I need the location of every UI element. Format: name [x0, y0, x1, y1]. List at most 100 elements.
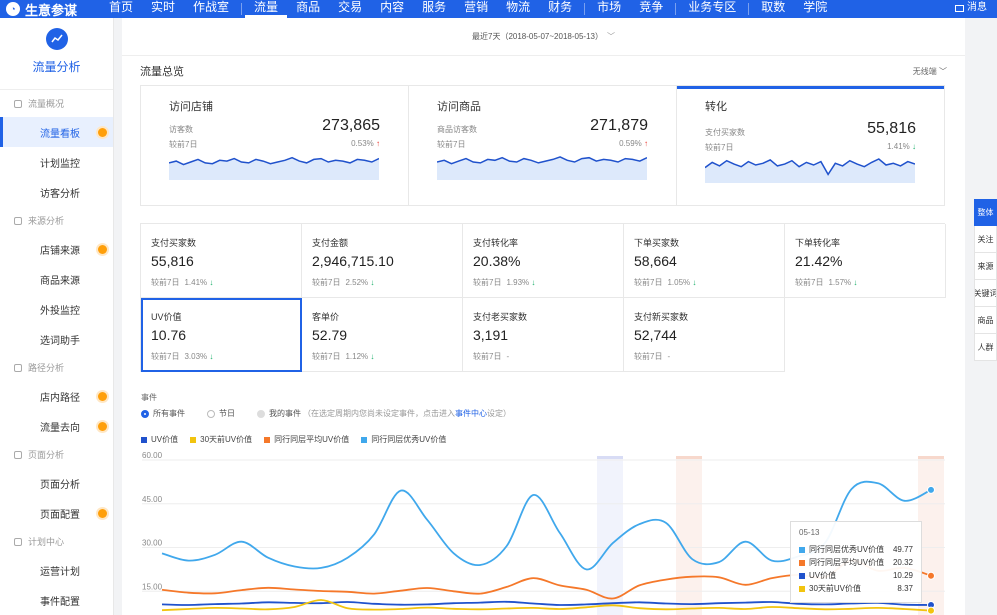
metric-cell[interactable]: UV价值 10.76 较前7日 3.03% ↓	[141, 298, 302, 372]
sidebar-item[interactable]: 页面配置	[0, 498, 113, 528]
right-tab[interactable]: 关注	[974, 226, 997, 253]
metric-name: 客单价	[312, 312, 340, 322]
metric-compare-label: 较前7日	[473, 278, 502, 287]
metric-cell[interactable]: 下单买家数 58,664 较前7日 1.05% ↓	[624, 224, 785, 298]
legend-item[interactable]: 同行同层平均UV价值	[264, 434, 349, 445]
nav-item[interactable]: 取数	[752, 0, 794, 18]
metric-value: 20.38%	[473, 253, 521, 269]
right-tab[interactable]: 关键词	[974, 280, 997, 307]
event-option[interactable]: 所有事件	[141, 408, 185, 419]
legend-item[interactable]: 30天前UV价值	[190, 434, 252, 445]
metric-percent: 1.41%	[184, 278, 208, 287]
terminal-select-label: 无线端	[912, 66, 937, 76]
right-tab[interactable]: 整体	[974, 199, 997, 226]
tooltip-swatch	[799, 585, 805, 592]
event-band-marker[interactable]	[676, 456, 702, 459]
metric-name: UV价值	[151, 312, 182, 322]
legend-swatch	[264, 436, 271, 443]
nav-item[interactable]: 财务	[539, 0, 581, 18]
right-tab[interactable]: 人群	[974, 334, 997, 361]
metric-percent: 1.93%	[506, 278, 530, 287]
overview-card[interactable]: 访问商品 商品访客数 较前7日 271,879 0.59% ↑	[409, 86, 677, 205]
sidebar-group-label: 计划中心	[28, 537, 65, 547]
overview-card[interactable]: 转化 支付买家数 较前7日 55,816 1.41% ↓	[677, 86, 944, 205]
metric-compare: 较前7日 -	[473, 351, 509, 362]
legend-item[interactable]: UV价值	[141, 434, 178, 445]
card-compare-label: 较前7日	[169, 140, 198, 149]
sidebar-item[interactable]: 页面分析	[0, 468, 113, 498]
sidebar-item[interactable]: 流量去向	[0, 411, 113, 441]
metrics-grid: 支付买家数 55,816 较前7日 1.41% ↓ 支付金额 2,946,715.10 较前…	[140, 223, 946, 372]
sidebar-item[interactable]: 流量看板	[0, 117, 113, 147]
group-icon	[14, 216, 22, 225]
sidebar-item[interactable]: 计划监控	[0, 147, 113, 177]
nav-item[interactable]: 首页	[100, 0, 142, 18]
right-tab[interactable]: 商品	[974, 307, 997, 334]
main-panel: 最近7天（2018-05-07~2018-05-13） ﹀ 流量总览 无线端 ﹀…	[122, 18, 965, 615]
event-option-label: 我的事件	[269, 409, 301, 418]
event-band-marker[interactable]	[597, 456, 623, 459]
nav-item[interactable]: 内容	[371, 0, 413, 18]
date-range-selector[interactable]: 最近7天（2018-05-07~2018-05-13） ﹀	[122, 18, 965, 56]
message-button[interactable]: 消息	[955, 0, 987, 16]
tooltip-swatch	[799, 546, 805, 553]
series-point[interactable]	[927, 571, 935, 580]
metric-name: 支付老买家数	[473, 312, 528, 322]
nav-item[interactable]: 交易	[329, 0, 371, 18]
nav-item[interactable]: 实时	[142, 0, 184, 18]
nav-item[interactable]: 作战室	[184, 0, 238, 18]
radio-icon	[207, 409, 215, 418]
nav-item[interactable]: 市场	[588, 0, 630, 18]
nav-item[interactable]: 流量	[245, 0, 288, 18]
sidebar-item[interactable]: 运营计划	[0, 555, 113, 585]
metric-cell[interactable]: 支付老买家数 3,191 较前7日 -	[463, 298, 624, 372]
metric-cell[interactable]: 支付转化率 20.38% 较前7日 1.93% ↓	[463, 224, 624, 298]
metric-cell[interactable]: 下单转化率 21.42% 较前7日 1.57% ↓	[785, 224, 946, 298]
legend-item[interactable]: 同行同层优秀UV价值	[361, 434, 446, 445]
series-point[interactable]	[927, 485, 935, 494]
sidebar-item[interactable]: 店内路径	[0, 381, 113, 411]
nav-item[interactable]: 营销	[455, 0, 497, 18]
brand[interactable]: ◔ 生意参谋	[0, 0, 100, 18]
overview-title: 流量总览	[140, 66, 184, 78]
card-percent-value: 0.59%	[619, 139, 642, 148]
event-option[interactable]: 节日	[207, 408, 235, 419]
tooltip-series-value: 49.77	[892, 545, 913, 554]
card-percent-value: 1.41%	[887, 142, 910, 151]
sidebar-title: 流量分析	[32, 60, 81, 74]
metric-percent: 1.57%	[828, 278, 852, 287]
sidebar-item[interactable]: 商品来源	[0, 264, 113, 294]
sidebar-group: 流量概况	[0, 90, 113, 117]
metric-cell[interactable]: 支付金额 2,946,715.10 较前7日 2.52% ↓	[302, 224, 463, 298]
sidebar-item[interactable]: 店铺来源	[0, 234, 113, 264]
hot-dot-icon	[98, 127, 107, 137]
event-option[interactable]: 我的事件 （在选定周期内您尚未设定事件，点击进入事件中心设定）	[257, 408, 511, 419]
nav-item[interactable]: 学院	[794, 0, 836, 18]
nav-item[interactable]: 商品	[287, 0, 329, 18]
series-point[interactable]	[927, 606, 935, 615]
sidebar-group-label: 流量概况	[28, 99, 65, 109]
metric-cell[interactable]: 客单价 52.79 较前7日 1.12% ↓	[302, 298, 463, 372]
metric-cell[interactable]: 支付新买家数 52,744 较前7日 -	[624, 298, 785, 372]
nav-item[interactable]: 竞争	[630, 0, 672, 18]
nav-item[interactable]: 服务	[413, 0, 455, 18]
sidebar-item-label: 页面配置	[40, 509, 80, 521]
sidebar-item[interactable]: 选词助手	[0, 324, 113, 354]
terminal-select[interactable]: 无线端 ﹀	[913, 66, 947, 77]
group-icon	[14, 537, 22, 546]
nav-item[interactable]: 业务专区	[679, 0, 745, 18]
overview-card[interactable]: 访问店铺 访客数 较前7日 273,865 0.53% ↑	[141, 86, 409, 205]
sparkline	[169, 156, 379, 180]
card-compare-label: 较前7日	[705, 143, 734, 152]
sidebar-item[interactable]: 访客分析	[0, 177, 113, 207]
legend-swatch	[190, 436, 197, 443]
event-center-link[interactable]: 事件中心	[455, 409, 487, 418]
metric-cell[interactable]: 支付买家数 55,816 较前7日 1.41% ↓	[141, 224, 302, 298]
nav-item[interactable]: 物流	[497, 0, 539, 18]
chart-tooltip: 05-13 同行同层优秀UV价值 49.77 同行同层平均UV价值 20.32 UV价值…	[790, 521, 922, 603]
sidebar-item-label: 流量去向	[40, 422, 80, 434]
sidebar-item[interactable]: 外投监控	[0, 294, 113, 324]
event-band-marker[interactable]	[918, 456, 944, 459]
right-tab[interactable]: 来源	[974, 253, 997, 280]
sidebar-item[interactable]: 事件配置	[0, 585, 113, 615]
